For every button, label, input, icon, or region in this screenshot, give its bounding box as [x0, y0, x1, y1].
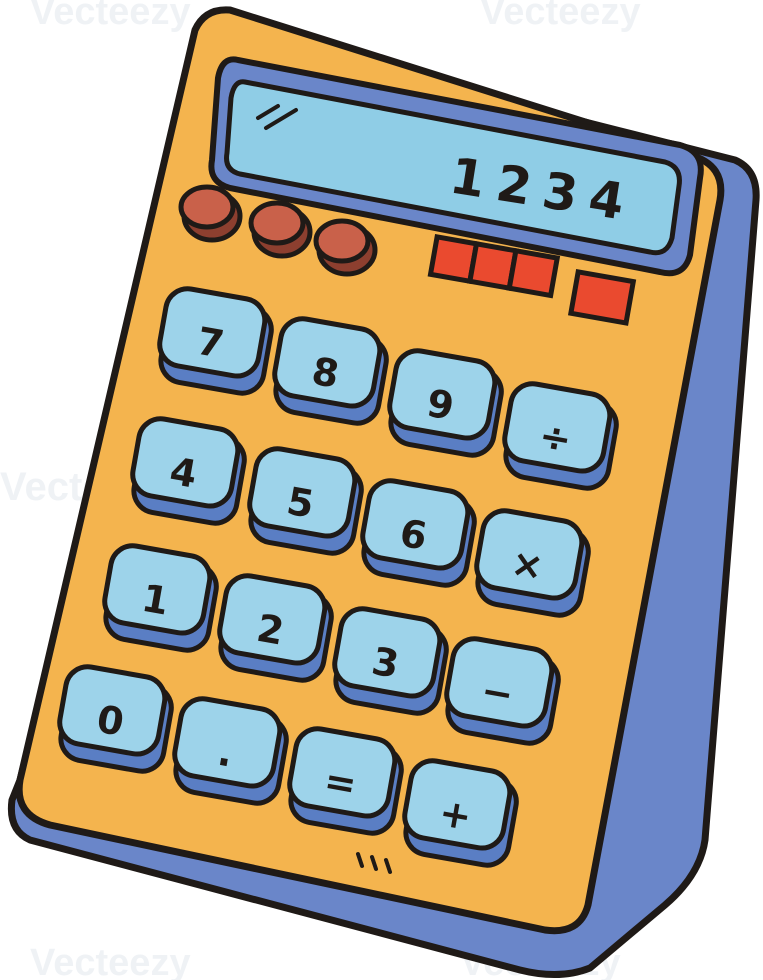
- calculator: 1234 789÷456×123−0.=+: [7, 6, 760, 979]
- key-1[interactable]: 1: [98, 542, 221, 653]
- key-plus[interactable]: +: [398, 757, 521, 868]
- key-6[interactable]: 6: [356, 477, 479, 588]
- key-5[interactable]: 5: [243, 445, 366, 556]
- key-multiply[interactable]: ×: [470, 507, 593, 618]
- key-7[interactable]: 7: [153, 285, 276, 396]
- watermark-text: Vecteezy: [30, 942, 191, 980]
- key-2[interactable]: 2: [213, 572, 336, 683]
- key-3[interactable]: 3: [328, 605, 451, 716]
- key-0[interactable]: 0: [53, 663, 176, 774]
- watermark-text: Vecteezy: [480, 0, 641, 33]
- calculator-illustration: Vecteezy Vecteezy Vecteezy Vecteezy Vect…: [0, 0, 760, 980]
- key-minus[interactable]: −: [440, 635, 563, 746]
- indicator-light: [567, 269, 637, 326]
- round-button[interactable]: [178, 184, 243, 243]
- round-button[interactable]: [313, 218, 378, 277]
- key-4[interactable]: 4: [126, 415, 249, 526]
- key-8[interactable]: 8: [268, 315, 391, 426]
- indicator-light: [506, 247, 561, 299]
- key-equals[interactable]: =: [283, 725, 406, 836]
- key-9[interactable]: 9: [383, 347, 506, 458]
- key-decimal[interactable]: .: [168, 695, 291, 806]
- round-button[interactable]: [248, 200, 313, 259]
- key-divide[interactable]: ÷: [498, 380, 621, 491]
- watermark-text: Vecteezy: [30, 0, 191, 33]
